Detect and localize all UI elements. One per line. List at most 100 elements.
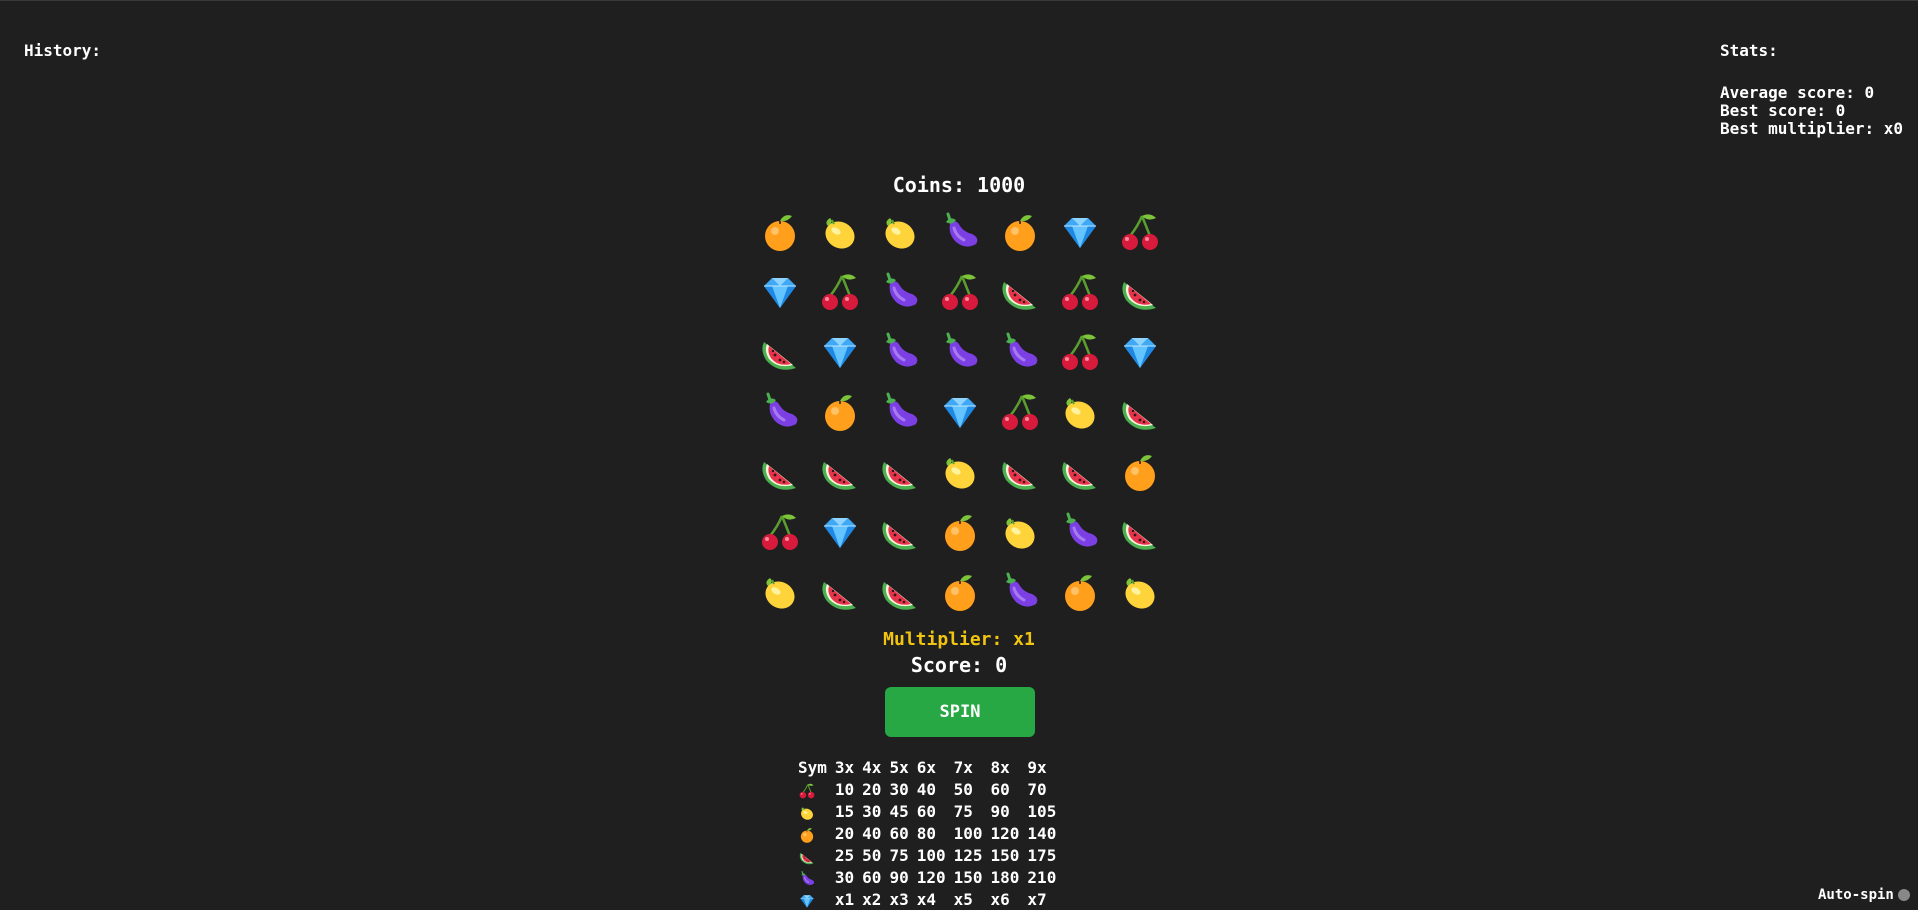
slot-cell bbox=[810, 264, 870, 324]
diamond-icon bbox=[818, 510, 862, 558]
slot-cell bbox=[810, 504, 870, 564]
slot-cell bbox=[930, 324, 990, 384]
multiplier-display: Multiplier: x1 bbox=[883, 629, 1035, 650]
paytable-symbol-cell bbox=[796, 779, 831, 801]
paytable-row: 30 60 90 120 150 180 210 bbox=[796, 867, 1060, 889]
autospin-indicator[interactable] bbox=[1897, 889, 1910, 901]
slot-cell bbox=[990, 264, 1050, 324]
slot-cell bbox=[930, 384, 990, 444]
eggplant-icon bbox=[938, 210, 982, 258]
watermelon-icon bbox=[798, 846, 816, 865]
slot-cell bbox=[750, 384, 810, 444]
slot-cell bbox=[810, 324, 870, 384]
paytable-value: 100 bbox=[916, 846, 946, 865]
average-score: Average score: 0 bbox=[1720, 83, 1875, 102]
paytable-value: 150 bbox=[990, 846, 1020, 865]
paytable-value: 180 bbox=[990, 868, 1020, 887]
paytable-value: x3 bbox=[889, 890, 909, 909]
slot-cell bbox=[990, 384, 1050, 444]
paytable-value: 125 bbox=[953, 846, 983, 865]
eggplant-icon bbox=[878, 270, 922, 318]
paytable-header-row: Sym 3x 4x 5x 6x 7x 8x 9x bbox=[796, 757, 1060, 779]
cherry-icon bbox=[758, 510, 802, 558]
paytable-value: 15 bbox=[834, 802, 855, 821]
paytable-value: x2 bbox=[862, 890, 882, 909]
paytable-value: 140 bbox=[1027, 824, 1057, 843]
paytable-value: 10 bbox=[834, 780, 855, 799]
lemon-icon bbox=[938, 450, 982, 498]
eggplant-icon bbox=[1058, 510, 1102, 558]
orange-icon bbox=[818, 390, 862, 438]
paytable-value: 60 bbox=[862, 868, 882, 887]
diamond-icon bbox=[758, 270, 802, 318]
orange-icon bbox=[998, 210, 1042, 258]
slot-cell bbox=[1110, 264, 1170, 324]
watermelon-icon bbox=[758, 450, 802, 498]
stats-panel: Stats: Average score: 0 Best score: 0 Be… bbox=[1720, 41, 1903, 138]
paytable-value: x5 bbox=[953, 890, 973, 909]
slot-cell bbox=[750, 564, 810, 624]
paytable-value: 40 bbox=[862, 824, 882, 843]
cherry-icon bbox=[818, 270, 862, 318]
autospin-toggle[interactable]: Auto-spin bbox=[1818, 887, 1910, 903]
slot-cell bbox=[870, 384, 930, 444]
cherry-icon bbox=[998, 390, 1042, 438]
slot-cell bbox=[870, 204, 930, 264]
watermelon-icon bbox=[818, 570, 862, 618]
paytable-value: 175 bbox=[1027, 846, 1057, 865]
autospin-label: Auto-spin bbox=[1818, 887, 1894, 903]
slot-cell bbox=[750, 324, 810, 384]
eggplant-icon bbox=[938, 330, 982, 378]
paytable-symbol-cell bbox=[796, 889, 831, 910]
paytable-header-cell: 7x bbox=[953, 758, 973, 777]
paytable-value: 40 bbox=[916, 780, 936, 799]
lemon-icon bbox=[818, 210, 862, 258]
paytable-symbol-cell bbox=[796, 845, 831, 867]
paytable-header-cell: 4x bbox=[862, 758, 882, 777]
paytable-value: 20 bbox=[862, 780, 882, 799]
lemon-icon bbox=[1118, 570, 1162, 618]
paytable-value: 70 bbox=[1027, 780, 1047, 799]
paytable-header-cell: 6x bbox=[916, 758, 936, 777]
paytable-value: 20 bbox=[834, 824, 855, 843]
paytable-value: 30 bbox=[834, 868, 855, 887]
watermelon-icon bbox=[818, 450, 862, 498]
spin-button[interactable]: SPIN bbox=[885, 687, 1035, 737]
watermelon-icon bbox=[1118, 510, 1162, 558]
paytable-header-cell: 5x bbox=[889, 758, 909, 777]
slot-cell bbox=[1110, 444, 1170, 504]
paytable-value: 100 bbox=[953, 824, 983, 843]
orange-icon bbox=[1118, 450, 1162, 498]
paytable-value: x7 bbox=[1027, 890, 1047, 909]
slot-cell bbox=[990, 204, 1050, 264]
orange-icon bbox=[1058, 570, 1102, 618]
paytable-value: 90 bbox=[889, 868, 909, 887]
slot-cell bbox=[990, 444, 1050, 504]
slot-cell bbox=[930, 204, 990, 264]
slot-cell bbox=[990, 564, 1050, 624]
watermelon-icon bbox=[998, 270, 1042, 318]
slot-cell bbox=[810, 384, 870, 444]
slot-grid bbox=[750, 204, 1170, 624]
game-screen: History: Stats: Average score: 0 Best sc… bbox=[0, 0, 1918, 910]
paytable-header-cell: 9x bbox=[1027, 758, 1047, 777]
paytable-value: 75 bbox=[889, 846, 909, 865]
lemon-icon bbox=[878, 210, 922, 258]
lemon-icon bbox=[998, 510, 1042, 558]
paytable-value: 105 bbox=[1027, 802, 1057, 821]
paytable-value: 75 bbox=[953, 802, 973, 821]
slot-cell bbox=[870, 504, 930, 564]
paytable-value: 60 bbox=[990, 780, 1010, 799]
slot-cell bbox=[930, 444, 990, 504]
slot-cell bbox=[1050, 564, 1110, 624]
orange-icon bbox=[938, 510, 982, 558]
paytable-value: 150 bbox=[953, 868, 983, 887]
cherry-icon bbox=[938, 270, 982, 318]
cherry-icon bbox=[1118, 210, 1162, 258]
lemon-icon bbox=[1058, 390, 1102, 438]
slot-cell bbox=[1110, 504, 1170, 564]
paytable-value: x4 bbox=[916, 890, 936, 909]
paytable-value: 60 bbox=[889, 824, 909, 843]
watermelon-icon bbox=[998, 450, 1042, 498]
slot-cell bbox=[1050, 264, 1110, 324]
